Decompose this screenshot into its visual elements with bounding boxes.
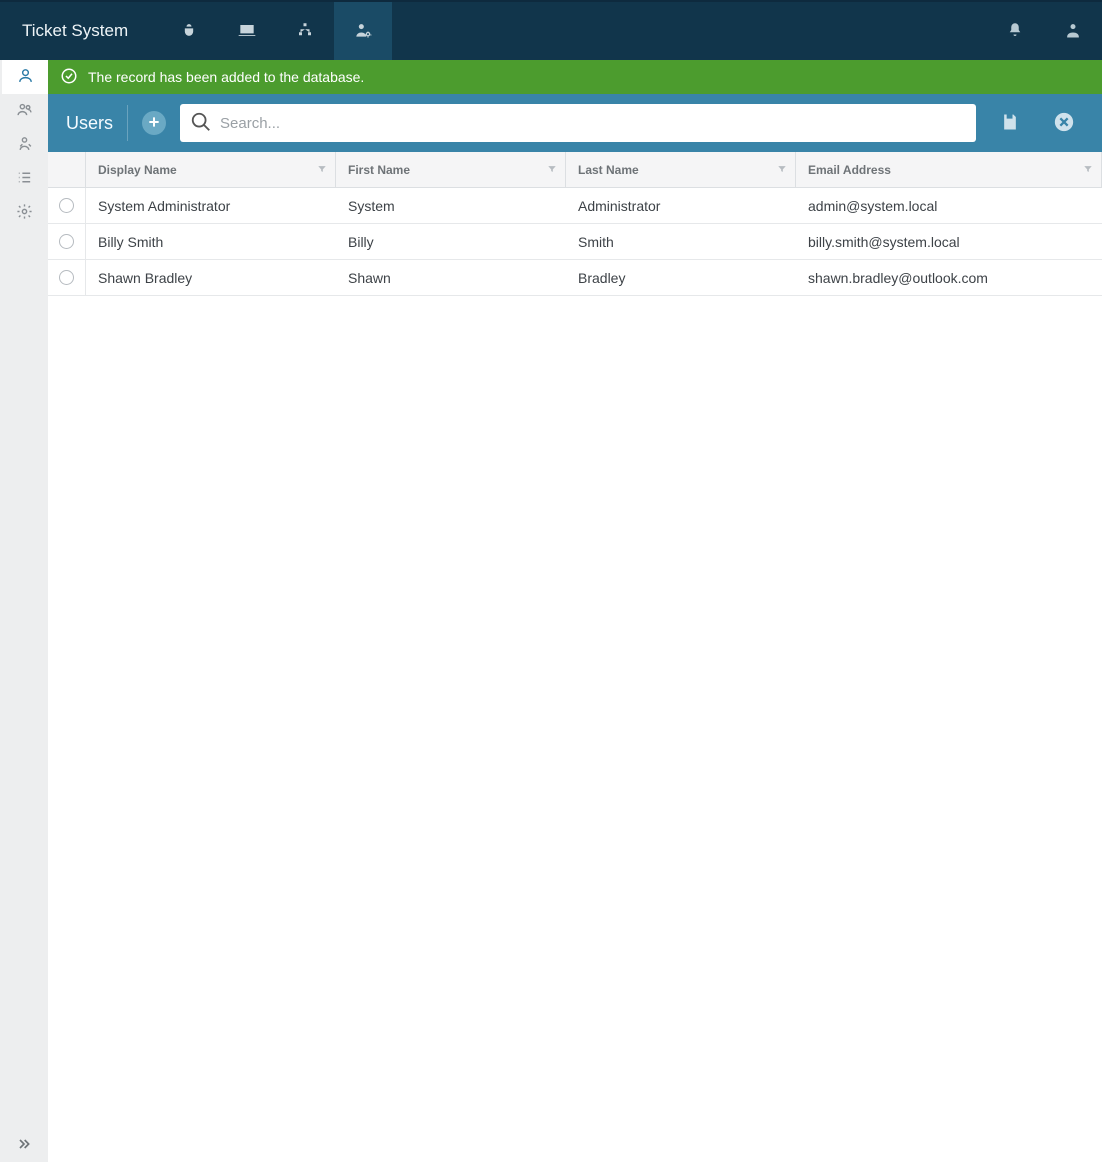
filter-icon[interactable] xyxy=(777,163,787,177)
cell-last: Smith xyxy=(566,234,796,250)
search-icon xyxy=(190,111,212,136)
col-first-name[interactable]: First Name xyxy=(336,152,566,187)
cell-first: Billy xyxy=(336,234,566,250)
cell-last: Bradley xyxy=(566,270,796,286)
filter-icon[interactable] xyxy=(547,163,557,177)
sidebar-item-settings[interactable] xyxy=(0,196,48,230)
table-row[interactable]: Shawn BradleyShawnBradleyshawn.bradley@o… xyxy=(48,260,1102,296)
chevron-double-right-icon xyxy=(16,1136,32,1155)
filter-icon[interactable] xyxy=(1083,163,1093,177)
cell-email: admin@system.local xyxy=(796,198,1102,214)
user-gear-icon xyxy=(353,20,373,43)
table-row[interactable]: System AdministratorSystemAdministratora… xyxy=(48,188,1102,224)
users-table: Display Name First Name Last Name Email … xyxy=(48,152,1102,1162)
success-banner: The record has been added to the databas… xyxy=(48,60,1102,94)
sidebar-item-list[interactable] xyxy=(0,162,48,196)
sidebar-item-user[interactable] xyxy=(0,60,48,94)
notifications-button[interactable] xyxy=(986,2,1044,60)
account-icon xyxy=(1063,20,1083,43)
nav-user-admin[interactable] xyxy=(334,2,392,60)
sidebar-item-roles[interactable] xyxy=(0,128,48,162)
cell-email: shawn.bradley@outlook.com xyxy=(796,270,1102,286)
divider xyxy=(127,105,128,141)
user-icon xyxy=(17,67,34,87)
org-icon xyxy=(296,21,314,42)
search-box[interactable] xyxy=(180,104,976,142)
cell-display: System Administrator xyxy=(86,198,336,214)
bug-icon xyxy=(179,20,199,43)
col-last-name[interactable]: Last Name xyxy=(566,152,796,187)
sidebar-expand[interactable] xyxy=(0,1128,48,1162)
brand-title: Ticket System xyxy=(0,21,150,41)
cell-last: Administrator xyxy=(566,198,796,214)
plus-icon xyxy=(146,114,162,133)
table-header: Display Name First Name Last Name Email … xyxy=(48,152,1102,188)
user-badge-icon xyxy=(16,135,33,155)
table-row[interactable]: Billy SmithBillySmithbilly.smith@system.… xyxy=(48,224,1102,260)
main-content: The record has been added to the databas… xyxy=(48,60,1102,1162)
top-nav: Ticket System xyxy=(0,2,1102,60)
sidebar xyxy=(0,60,48,1162)
cell-first: Shawn xyxy=(336,270,566,286)
save-button[interactable] xyxy=(990,103,1030,143)
list-icon xyxy=(16,169,33,189)
laptop-icon xyxy=(237,20,257,43)
users-icon xyxy=(16,101,33,121)
add-button[interactable] xyxy=(142,111,166,135)
row-select-radio[interactable] xyxy=(59,198,74,213)
cell-display: Billy Smith xyxy=(86,234,336,250)
col-display-name[interactable]: Display Name xyxy=(86,152,336,187)
check-circle-icon xyxy=(60,67,78,88)
gear-icon xyxy=(16,203,33,223)
col-email[interactable]: Email Address xyxy=(796,152,1102,187)
filter-icon[interactable] xyxy=(317,163,327,177)
nav-devices[interactable] xyxy=(218,2,276,60)
cancel-button[interactable] xyxy=(1044,103,1084,143)
account-button[interactable] xyxy=(1044,2,1102,60)
save-icon xyxy=(1000,112,1020,135)
page-title: Users xyxy=(66,113,113,134)
cell-first: System xyxy=(336,198,566,214)
bell-icon xyxy=(1006,21,1024,42)
row-select-radio[interactable] xyxy=(59,270,74,285)
banner-message: The record has been added to the databas… xyxy=(88,69,364,85)
search-input[interactable] xyxy=(220,115,966,132)
cell-email: billy.smith@system.local xyxy=(796,234,1102,250)
close-circle-icon xyxy=(1053,111,1075,136)
table-body: System AdministratorSystemAdministratora… xyxy=(48,188,1102,296)
row-select-radio[interactable] xyxy=(59,234,74,249)
nav-org[interactable] xyxy=(276,2,334,60)
cell-display: Shawn Bradley xyxy=(86,270,336,286)
toolbar: Users xyxy=(48,94,1102,152)
nav-bugs[interactable] xyxy=(160,2,218,60)
sidebar-item-groups[interactable] xyxy=(0,94,48,128)
